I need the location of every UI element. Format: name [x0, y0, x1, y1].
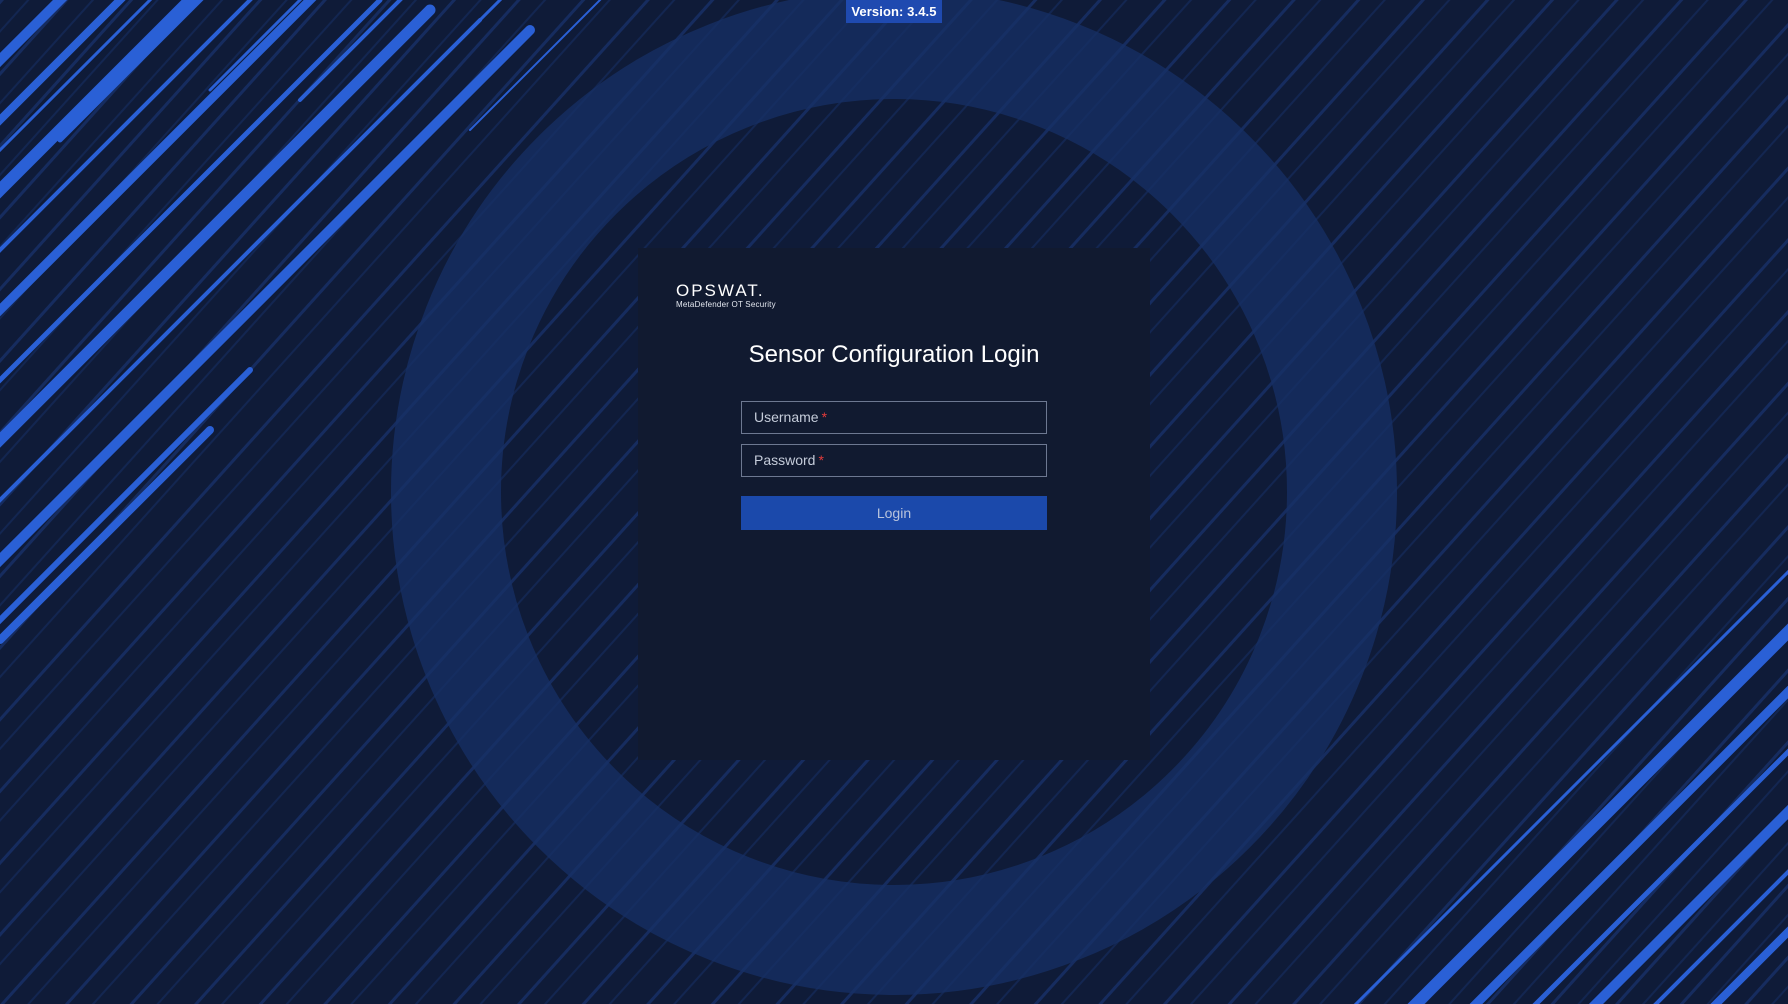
username-input[interactable]: [742, 402, 1046, 433]
login-button[interactable]: Login: [741, 496, 1047, 530]
page-title: Sensor Configuration Login: [748, 341, 1040, 368]
brand-name: OPSWAT.: [676, 281, 765, 300]
password-field[interactable]: Password *: [741, 444, 1047, 477]
password-input[interactable]: [742, 445, 1046, 476]
login-screen: Version: 3.4.5 OPSWAT. MetaDefender OT S…: [0, 0, 1788, 1004]
username-field[interactable]: Username *: [741, 401, 1047, 434]
login-panel: OPSWAT. MetaDefender OT Security Sensor …: [638, 248, 1150, 760]
brand-logo: OPSWAT. MetaDefender OT Security: [676, 282, 776, 310]
version-badge: Version: 3.4.5: [846, 0, 942, 23]
brand-product-name: MetaDefender OT Security: [676, 300, 776, 309]
